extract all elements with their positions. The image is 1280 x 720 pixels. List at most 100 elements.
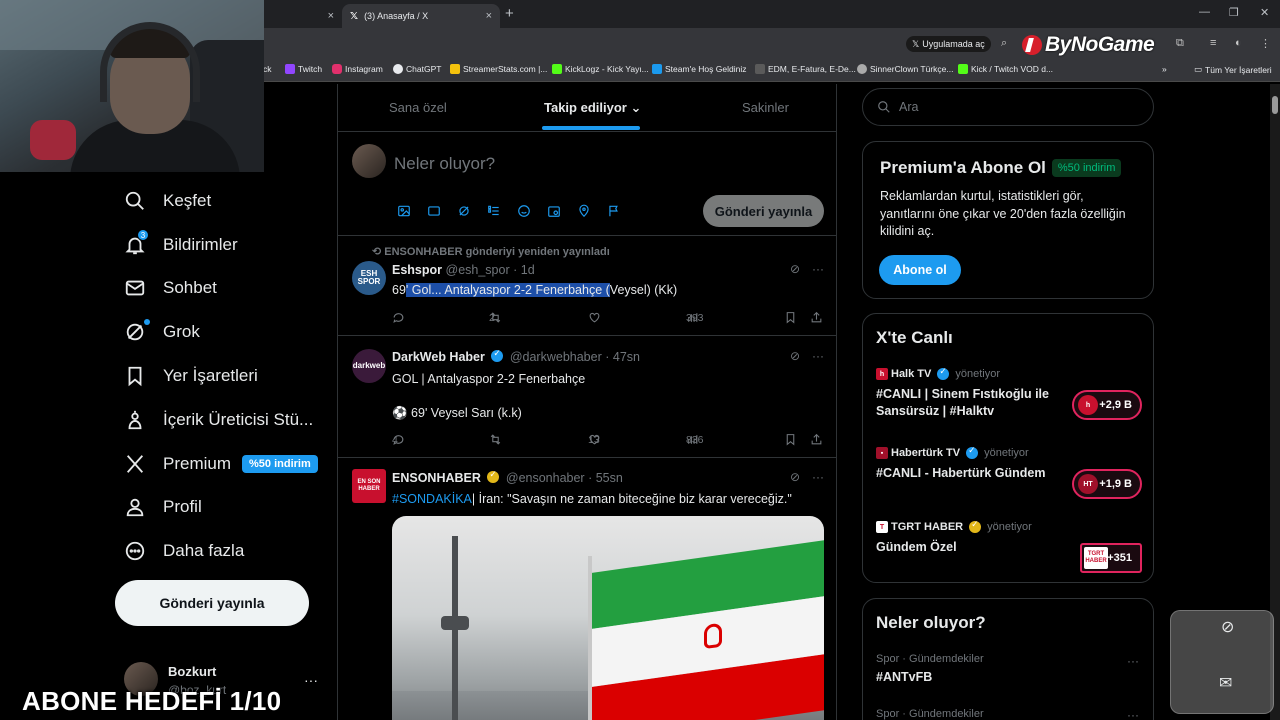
- maximize-icon[interactable]: ❐: [1229, 6, 1239, 19]
- live-listeners-pill[interactable]: TGRT HABER +351: [1080, 543, 1142, 573]
- views-button[interactable]: 836: [686, 433, 704, 446]
- avatar[interactable]: darkweb: [352, 349, 386, 383]
- all-bookmarks[interactable]: ▭ Tüm Yer İşaretleri: [1194, 64, 1272, 75]
- subscribe-button[interactable]: Abone ol: [879, 255, 961, 285]
- more-icon[interactable]: ···: [812, 262, 824, 276]
- nav-explore[interactable]: Keşfet: [124, 186, 211, 216]
- extensions-icon[interactable]: ⧉: [1176, 37, 1184, 50]
- views-button[interactable]: 393: [686, 311, 704, 324]
- grok-icon[interactable]: [454, 203, 474, 219]
- bookmark-item[interactable]: KickLogz - Kick Yayı...: [552, 64, 649, 74]
- live-item[interactable]: ▪ Habertürk TV yönetiyor #CANLI - Habert…: [876, 445, 1142, 499]
- tweet[interactable]: darkweb DarkWeb Haber @darkwebhaber · 47…: [338, 337, 836, 458]
- bookmark-item[interactable]: Kick / Twitch VOD d...: [958, 64, 1053, 74]
- bookmark-item[interactable]: Steam'e Hoş Geldiniz: [652, 64, 746, 74]
- avatar[interactable]: EN SON HABER: [352, 469, 386, 503]
- image-icon[interactable]: [394, 203, 414, 219]
- repost-button[interactable]: 2: [489, 311, 502, 324]
- minimize-icon[interactable]: —: [1199, 6, 1210, 18]
- bookmark-item[interactable]: ChatGPT: [393, 64, 441, 74]
- like-button[interactable]: 13: [588, 433, 601, 446]
- author-name[interactable]: Eshspor: [392, 263, 442, 277]
- bookmark-item[interactable]: Instagram: [332, 64, 383, 74]
- live-item[interactable]: h Halk TV yönetiyor #CANLI | Sinem Fıstı…: [876, 366, 1142, 428]
- browser-tab-active[interactable]: 𝕏 (3) Anasayfa / X ×: [342, 4, 500, 28]
- nav-profile[interactable]: Profil: [124, 492, 202, 522]
- gif-icon[interactable]: [424, 203, 444, 219]
- nav-grok[interactable]: Grok: [124, 317, 200, 347]
- zoom-icon[interactable]: ⌕: [1001, 37, 1007, 50]
- bookmark-button[interactable]: [784, 433, 797, 446]
- more-icon[interactable]: ···: [812, 470, 824, 484]
- grok-icon[interactable]: ⊘: [1221, 617, 1234, 637]
- author-name[interactable]: DarkWeb Haber: [392, 350, 485, 364]
- more-icon[interactable]: ···: [1127, 654, 1139, 668]
- schedule-icon[interactable]: [544, 203, 564, 219]
- profile-icon[interactable]: ◐: [1235, 37, 1242, 49]
- bookmarks-overflow-icon[interactable]: »: [1162, 64, 1167, 74]
- bookmark-item[interactable]: Twitch: [285, 64, 322, 74]
- tab-residents[interactable]: Sakinler: [742, 100, 789, 115]
- compose-post-button[interactable]: Gönderi yayınla: [703, 195, 824, 227]
- author-name[interactable]: ENSONHABER: [392, 471, 481, 485]
- search-input[interactable]: Ara: [862, 88, 1154, 126]
- menu-icon[interactable]: ⋮: [1260, 37, 1271, 50]
- nav-premium[interactable]: Premium: [124, 449, 231, 479]
- flag-icon[interactable]: [604, 203, 624, 219]
- tweet-time[interactable]: · 1d: [513, 263, 535, 277]
- grok-icon[interactable]: ⊘: [790, 470, 800, 484]
- grok-icon[interactable]: ⊘: [790, 349, 800, 363]
- emoji-icon[interactable]: [514, 203, 534, 219]
- close-window-icon[interactable]: ✕: [1260, 6, 1269, 19]
- live-listeners-pill[interactable]: HT +1,9 B: [1072, 469, 1142, 499]
- close-tab-icon[interactable]: ×: [486, 10, 492, 22]
- account-menu-icon[interactable]: ···: [304, 672, 318, 688]
- share-button[interactable]: [810, 311, 823, 324]
- chevron-down-icon[interactable]: ⌄: [630, 100, 641, 115]
- bookmark-item[interactable]: StreamerStats.com |...: [450, 64, 547, 74]
- live-listeners-pill[interactable]: h +2,9 B: [1072, 390, 1142, 420]
- bookmark-item[interactable]: SinnerClown Türkçe...: [857, 64, 953, 74]
- grok-icon[interactable]: ⊘: [790, 262, 800, 276]
- reply-button[interactable]: 4: [392, 433, 405, 446]
- bookmark-item[interactable]: EDM, E-Fatura, E-De...: [755, 64, 856, 74]
- live-item[interactable]: T TGRT HABER yönetiyor Gündem Özel TGRT …: [876, 519, 1142, 576]
- location-icon[interactable]: [574, 203, 594, 219]
- scrollbar-thumb[interactable]: [1272, 96, 1278, 114]
- author-handle[interactable]: @darkwebhaber: [510, 350, 602, 364]
- source-name: TGRT HABER: [891, 521, 964, 533]
- post-button[interactable]: Gönderi yayınla: [115, 580, 309, 626]
- tab-for-you[interactable]: Sana özel: [389, 100, 447, 115]
- more-icon[interactable]: ···: [1127, 708, 1139, 720]
- trend-name[interactable]: #ANTvFB: [876, 670, 932, 684]
- tweet-media-image[interactable]: [392, 516, 824, 720]
- browser-tab[interactable]: ×: [262, 4, 342, 28]
- new-tab-button[interactable]: +: [505, 5, 514, 22]
- nav-creator-studio[interactable]: İçerik Üreticisi Stü...: [124, 405, 313, 435]
- tweet-time[interactable]: · 47sn: [605, 350, 640, 364]
- share-button[interactable]: [810, 433, 823, 446]
- bookmark-item[interactable]: ck: [263, 64, 272, 74]
- compose-input[interactable]: Neler oluyor?: [394, 154, 495, 174]
- media-icon[interactable]: ≡: [1210, 37, 1216, 49]
- open-in-app-button[interactable]: 𝕏 Uygulamada aç: [906, 36, 991, 52]
- messages-icon[interactable]: ✉: [1219, 673, 1232, 693]
- close-tab-icon[interactable]: ×: [328, 10, 334, 22]
- hashtag-link[interactable]: #SONDAKİKA: [392, 492, 472, 506]
- nav-bookmarks[interactable]: Yer İşaretleri: [124, 361, 258, 391]
- nav-more[interactable]: Daha fazla: [124, 536, 244, 566]
- nav-label: Bildirimler: [163, 235, 238, 254]
- like-button[interactable]: [588, 311, 601, 324]
- nav-chat[interactable]: Sohbet: [124, 273, 217, 303]
- tweet[interactable]: ⟲ ENSONHABER gönderiyi yeniden yayınladı…: [338, 236, 836, 336]
- poll-icon[interactable]: [484, 203, 504, 219]
- avatar[interactable]: ESH SPOR: [352, 261, 386, 295]
- author-handle[interactable]: @esh_spor: [446, 263, 510, 277]
- bookmark-button[interactable]: [784, 311, 797, 324]
- author-handle[interactable]: @ensonhaber: [506, 471, 585, 485]
- more-icon[interactable]: ···: [812, 349, 824, 363]
- tab-following[interactable]: Takip ediliyor ⌄: [544, 100, 641, 116]
- repost-button[interactable]: [489, 433, 502, 446]
- tweet-time[interactable]: · 55sn: [588, 471, 623, 485]
- reply-button[interactable]: [392, 311, 405, 324]
